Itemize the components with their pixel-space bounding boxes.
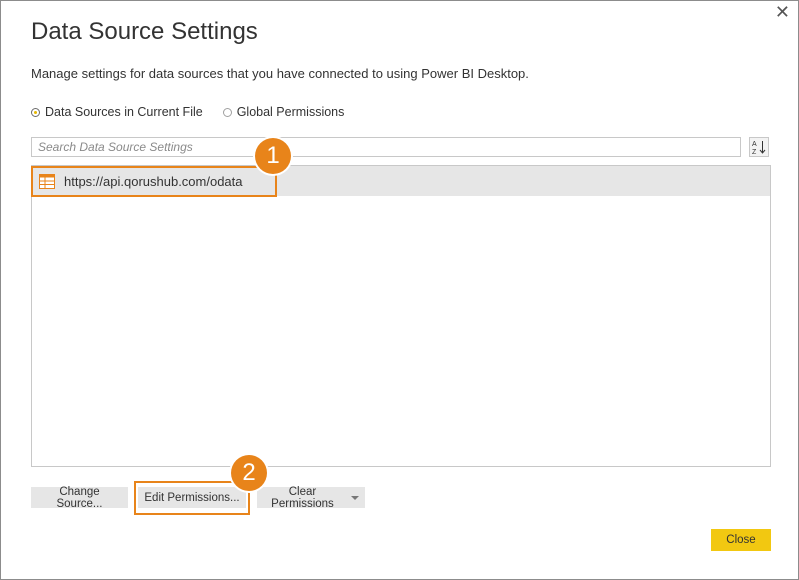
chevron-down-icon[interactable] bbox=[351, 495, 359, 500]
data-source-url: https://api.qorushub.com/odata bbox=[64, 173, 243, 189]
change-source-button[interactable]: Change Source... bbox=[31, 486, 128, 510]
clear-permissions-button[interactable]: Clear Permissions bbox=[257, 485, 365, 510]
dialog-title: Data Source Settings bbox=[31, 18, 258, 45]
radio-button-unchecked[interactable] bbox=[222, 107, 232, 117]
close-icon[interactable]: ✕ bbox=[775, 3, 790, 21]
radio-current-file[interactable]: Data Sources in Current File bbox=[31, 105, 203, 119]
radio-label-current-file: Data Sources in Current File bbox=[45, 105, 203, 119]
dialog-subtitle: Manage settings for data sources that yo… bbox=[31, 66, 529, 81]
list-item[interactable]: https://api.qorushub.com/odata bbox=[32, 166, 770, 196]
data-source-settings-dialog: ✕ Data Source Settings Manage settings f… bbox=[0, 0, 799, 580]
scope-radio-group: Data Sources in Current File Global Perm… bbox=[31, 105, 344, 119]
search-input[interactable] bbox=[31, 137, 741, 157]
sort-az-icon: A Z bbox=[752, 141, 766, 155]
radio-global-permissions[interactable]: Global Permissions bbox=[222, 105, 345, 119]
radio-label-global-permissions: Global Permissions bbox=[236, 105, 345, 119]
close-button[interactable]: Close bbox=[711, 529, 771, 551]
table-icon bbox=[39, 173, 55, 189]
svg-text:A: A bbox=[752, 141, 757, 148]
svg-text:Z: Z bbox=[752, 149, 757, 155]
radio-button-checked[interactable] bbox=[31, 107, 40, 117]
edit-permissions-button[interactable]: Edit Permissions... bbox=[138, 487, 246, 508]
callout-badge-1: 1 bbox=[255, 138, 291, 174]
callout-badge-2: 2 bbox=[231, 455, 267, 491]
data-source-list: https://api.qorushub.com/odata bbox=[31, 165, 771, 467]
sort-button[interactable]: A Z bbox=[749, 137, 769, 157]
clear-permissions-label: Clear Permissions bbox=[271, 485, 334, 510]
